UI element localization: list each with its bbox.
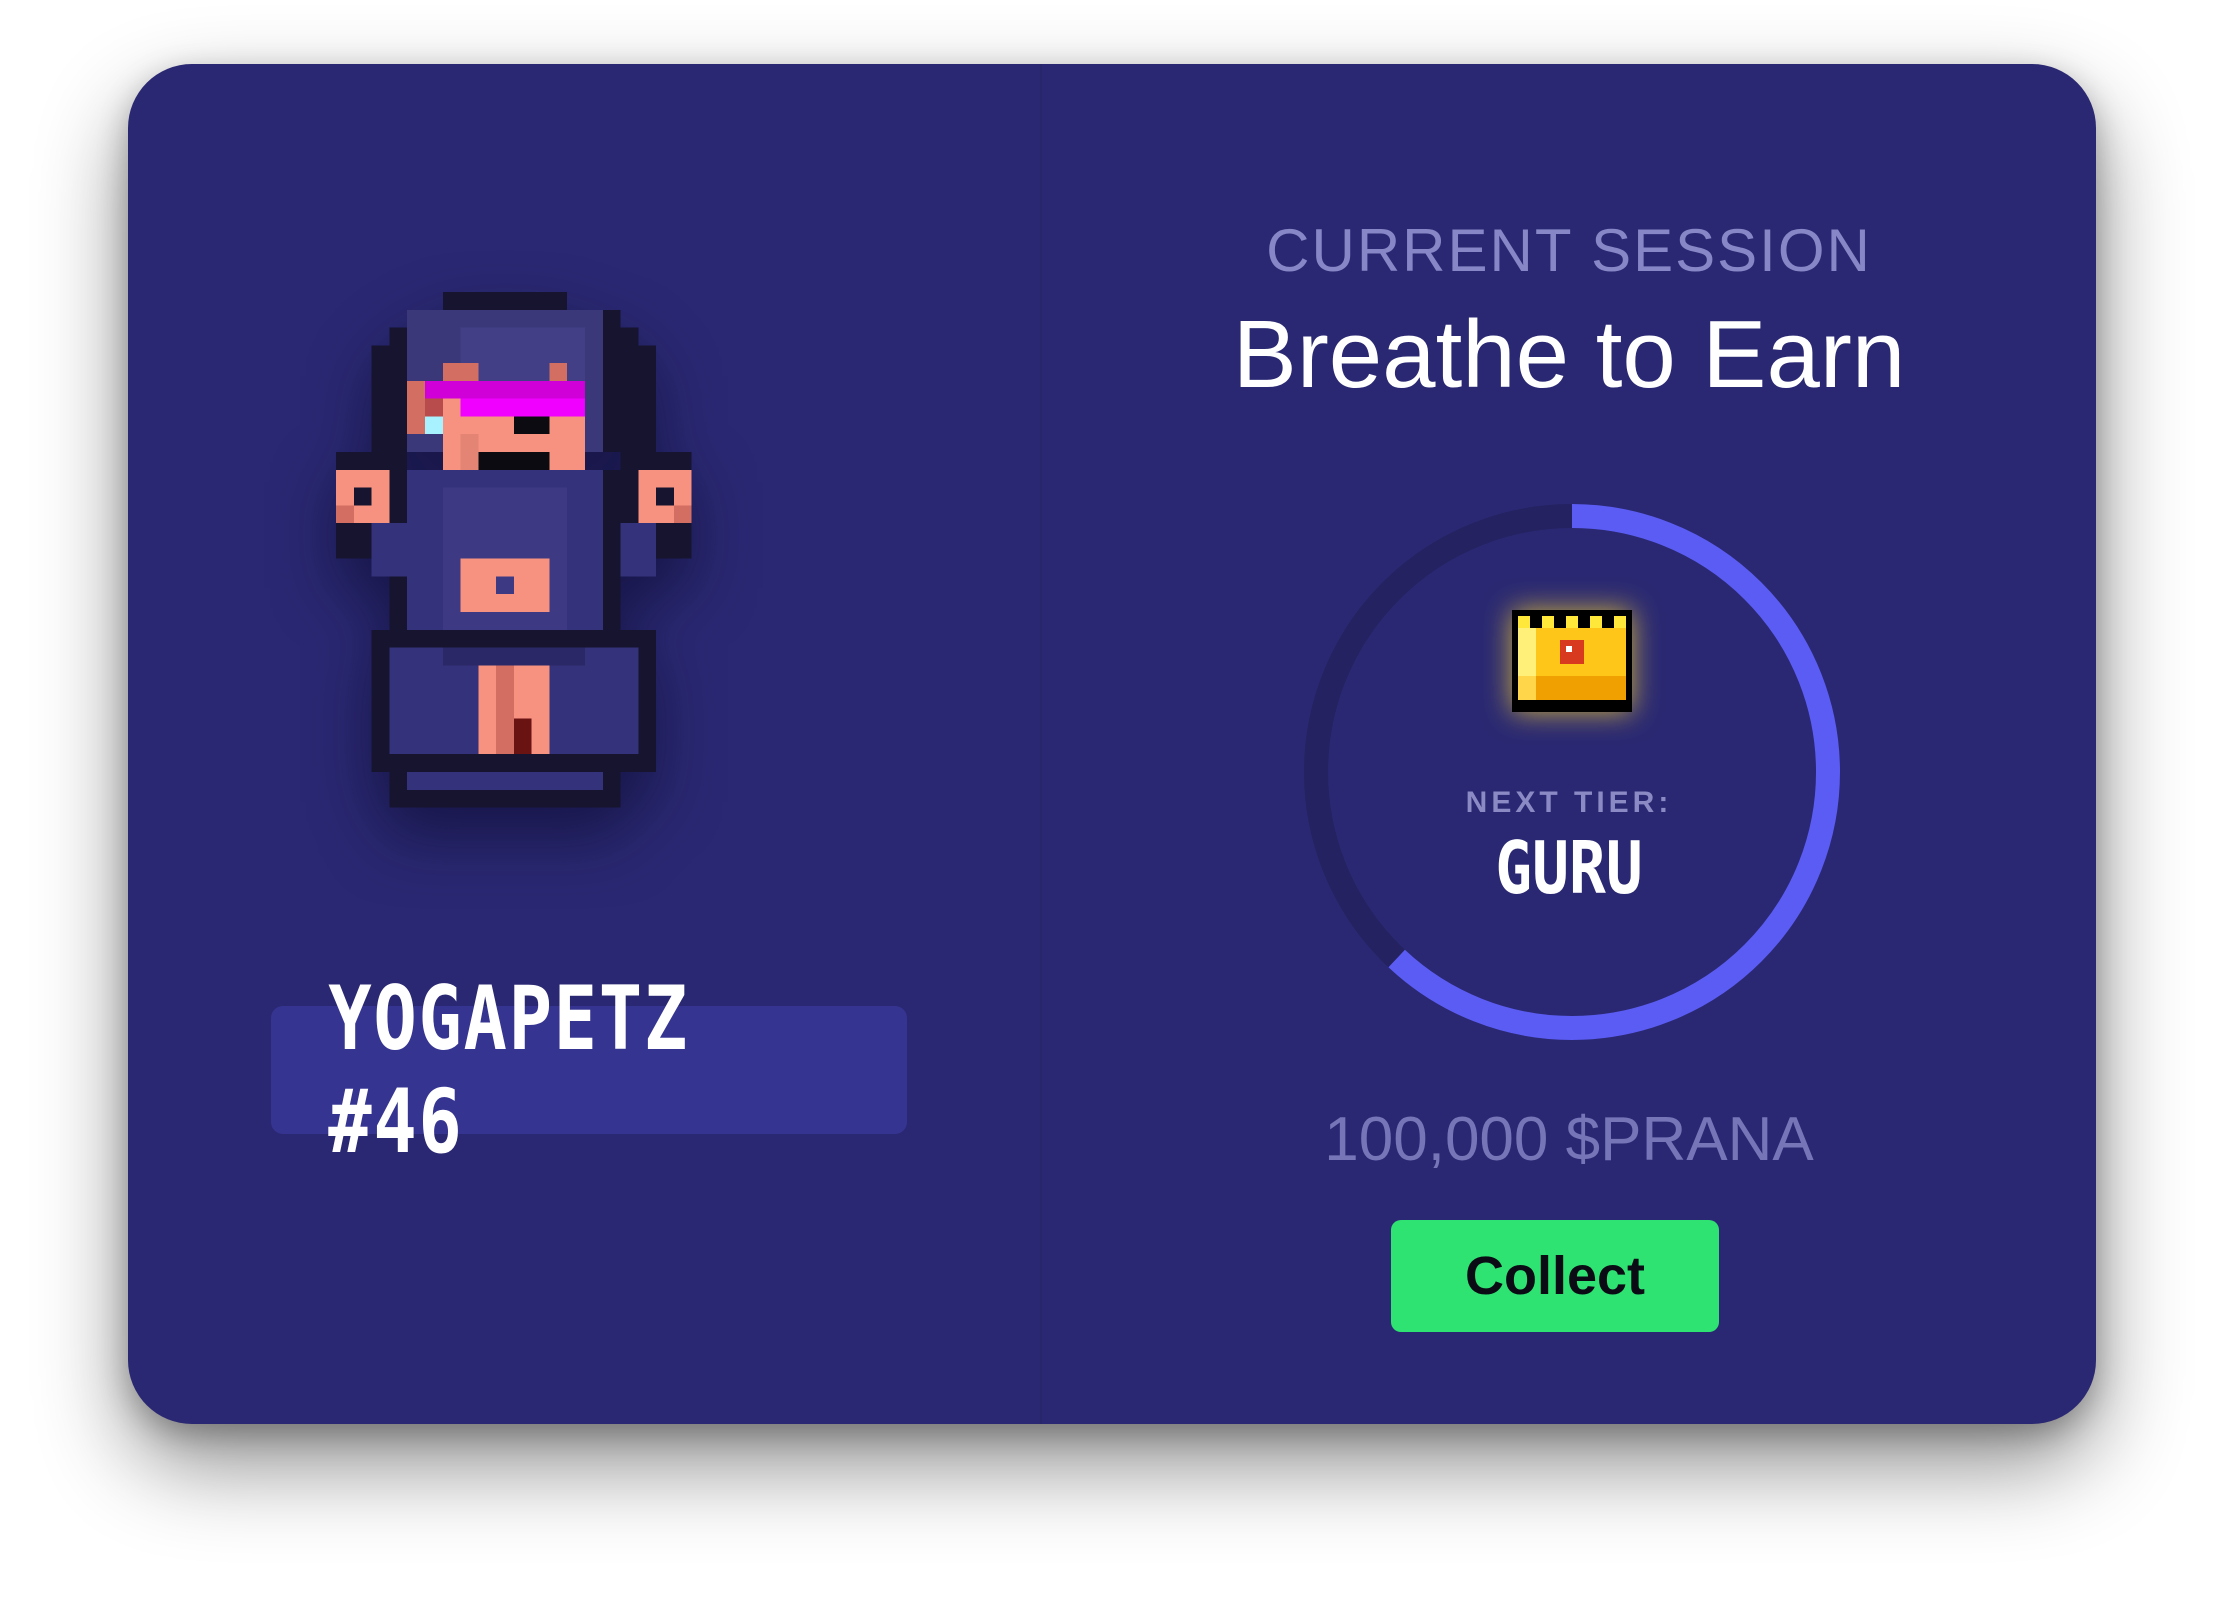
session-title: Breathe to Earn: [1232, 301, 1906, 408]
session-label: CURRENT SESSION: [1266, 217, 1872, 284]
nft-name: YOGAPETZ #46: [328, 967, 689, 1173]
collect-button[interactable]: Collect: [1391, 1220, 1719, 1332]
prana-amount: 100,000 $PRANA: [1324, 1105, 1814, 1174]
crown-icon: [1512, 610, 1632, 712]
session-panel: CURRENT SESSION Breathe to Earn NEXT TIE…: [1042, 64, 2096, 1424]
next-tier-label: NEXT TIER:: [1465, 786, 1673, 819]
nft-name-badge: YOGAPETZ #46: [271, 967, 907, 1173]
session-card: YOGAPETZ #46 CURRENT SESSION Breathe to …: [128, 64, 2096, 1424]
avatar-panel: YOGAPETZ #46: [128, 64, 1040, 1424]
next-tier-name: GURU: [1495, 826, 1643, 910]
pixel-monkey-avatar: [336, 292, 692, 808]
tier-progress-ring: [1304, 504, 1840, 1040]
